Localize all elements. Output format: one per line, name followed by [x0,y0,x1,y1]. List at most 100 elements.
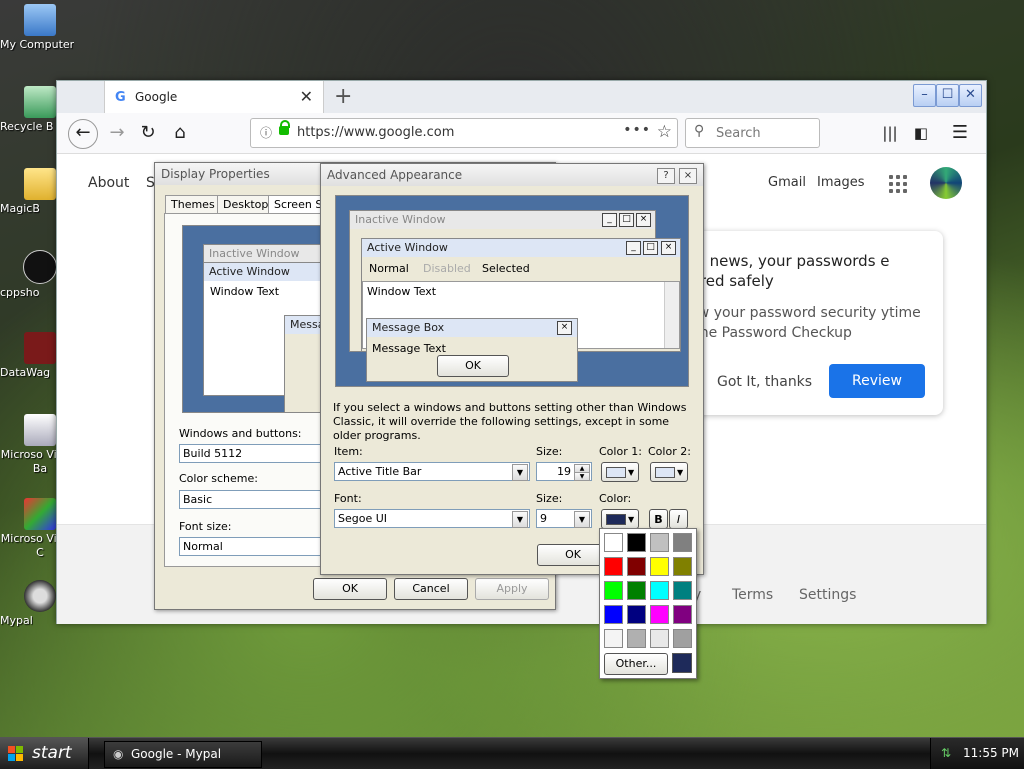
menu-button[interactable]: ☰ [946,119,974,147]
font-size-label: Font size: [179,520,232,533]
url-bar[interactable]: ⓘ https://www.google.com ••• ☆ [250,118,678,148]
library-button[interactable]: ||| [876,119,904,147]
about-link[interactable]: About [88,175,129,191]
color-swatch[interactable] [604,581,623,600]
system-tray: ⇅ 11:55 PM [930,738,1024,769]
settings-link[interactable]: Settings [799,587,856,603]
tab-themes[interactable]: Themes [165,195,221,214]
color-swatch[interactable] [650,605,669,624]
sidebar-button[interactable]: ◧ [907,119,935,147]
preview-menu-disabled[interactable]: Disabled [423,262,471,275]
page-actions-icon[interactable]: ••• [623,122,651,138]
color-swatch[interactable] [673,533,692,552]
avatar[interactable] [930,167,962,199]
preview-scrollbar[interactable] [664,282,679,348]
ok-button[interactable]: OK [313,578,387,600]
close-window-button[interactable]: ✕ [959,84,982,107]
password-checkup-card: ood news, your passwords e stored safely… [677,231,943,415]
review-button[interactable]: Review [829,364,925,398]
color-swatch[interactable] [650,557,669,576]
color-swatch[interactable] [673,605,692,624]
help-button[interactable]: ? [657,168,675,184]
color-swatch[interactable] [673,629,692,648]
color-swatch[interactable] [604,629,623,648]
color-scheme-label: Color scheme: [179,472,258,485]
preview-menu-selected[interactable]: Selected [482,262,530,275]
color-swatch[interactable] [627,557,646,576]
new-tab-button[interactable]: + [334,84,352,109]
close-tab-icon[interactable]: ✕ [300,87,313,106]
network-icon[interactable]: ⇅ [941,738,951,769]
cpp-icon [23,250,57,284]
chevron-down-icon[interactable]: ▼ [512,511,528,528]
color-swatch[interactable] [650,629,669,648]
desktop-icon-label: MagicB [0,202,40,215]
windows-buttons-select[interactable]: Build 5112 [179,444,329,463]
desktop-icon-my-computer[interactable]: My Computer [0,4,80,51]
visual-basic-icon [24,414,56,446]
search-input[interactable]: ⚲ Search [685,118,820,148]
bookmark-star-icon[interactable]: ☆ [657,122,672,142]
color-swatch[interactable] [604,557,623,576]
item-select[interactable]: Active Title Bar ▼ [334,462,530,481]
color-swatch[interactable] [627,581,646,600]
data-icon [24,332,56,364]
preview-menu-normal[interactable]: Normal [369,262,409,275]
color-swatch[interactable] [627,605,646,624]
italic-button[interactable]: I [669,509,688,529]
color-swatch[interactable] [627,629,646,648]
tab-google[interactable]: G Google ✕ [104,81,324,113]
info-icon[interactable]: ⓘ [260,124,272,141]
clock[interactable]: 11:55 PM [963,738,1019,769]
got-it-button[interactable]: Got It, thanks [717,374,812,390]
forward-button[interactable]: → [103,119,131,147]
terms-link[interactable]: Terms [732,587,773,603]
start-button[interactable]: start [0,738,89,769]
color-swatch[interactable] [604,605,623,624]
windows-buttons-label: Windows and buttons: [179,427,302,440]
color-swatch[interactable] [650,581,669,600]
home-button[interactable]: ⌂ [166,119,194,147]
preview-message-box[interactable]: Message Box × Message Text OK [366,318,578,382]
chevron-down-icon: ▼ [677,468,684,477]
chevron-down-icon[interactable]: ▼ [512,464,528,481]
minimize-button[interactable]: – [913,84,936,107]
down-arrow-icon[interactable]: ▼ [574,472,590,481]
dialog-title: Advanced Appearance [321,164,703,186]
card-heading: ood news, your passwords e stored safely [677,252,890,290]
color-swatch[interactable] [627,533,646,552]
color-swatch[interactable] [673,581,692,600]
color2-button[interactable]: ▼ [650,462,688,482]
apply-button[interactable]: Apply [475,578,549,600]
tab-desktop[interactable]: Desktop [217,195,275,214]
close-button[interactable]: × [679,168,697,184]
other-color-button[interactable]: Other... [604,653,668,675]
size-stepper[interactable]: 19 ▲ ▼ [536,462,592,481]
preview-ok-button[interactable]: OK [437,355,509,377]
chevron-down-icon[interactable]: ▼ [574,511,590,528]
font-size-select[interactable]: Normal [179,537,329,556]
taskbar: start ◉ Google - Mypal ⇅ 11:55 PM [0,737,1024,769]
color-scheme-select[interactable]: Basic [179,490,329,509]
font-select[interactable]: Segoe UI ▼ [334,509,530,528]
color1-button[interactable]: ▼ [601,462,639,482]
color-swatch[interactable] [673,557,692,576]
preview-window-text: Window Text [210,285,280,298]
cancel-button[interactable]: Cancel [394,578,468,600]
font-color-button[interactable]: ▼ [601,509,639,529]
bold-button[interactable]: B [649,509,668,529]
color-swatch[interactable] [650,533,669,552]
apps-grid-icon[interactable] [889,175,907,193]
desktop-icon-label: My Computer [0,38,75,51]
back-button[interactable]: ← [68,119,98,149]
taskbar-item-mypal[interactable]: ◉ Google - Mypal [104,741,262,768]
gmail-link[interactable]: Gmail [768,175,806,190]
visual-c-icon [24,498,56,530]
taskbar-item-label: Google - Mypal [131,747,222,761]
reload-button[interactable]: ↻ [134,119,162,147]
maximize-button[interactable]: ☐ [936,84,959,107]
font-size-select[interactable]: 9 ▼ [536,509,592,528]
images-link[interactable]: Images [817,175,865,190]
tab-bar: G Google ✕ + – ☐ ✕ [57,81,986,113]
color-swatch[interactable] [604,533,623,552]
